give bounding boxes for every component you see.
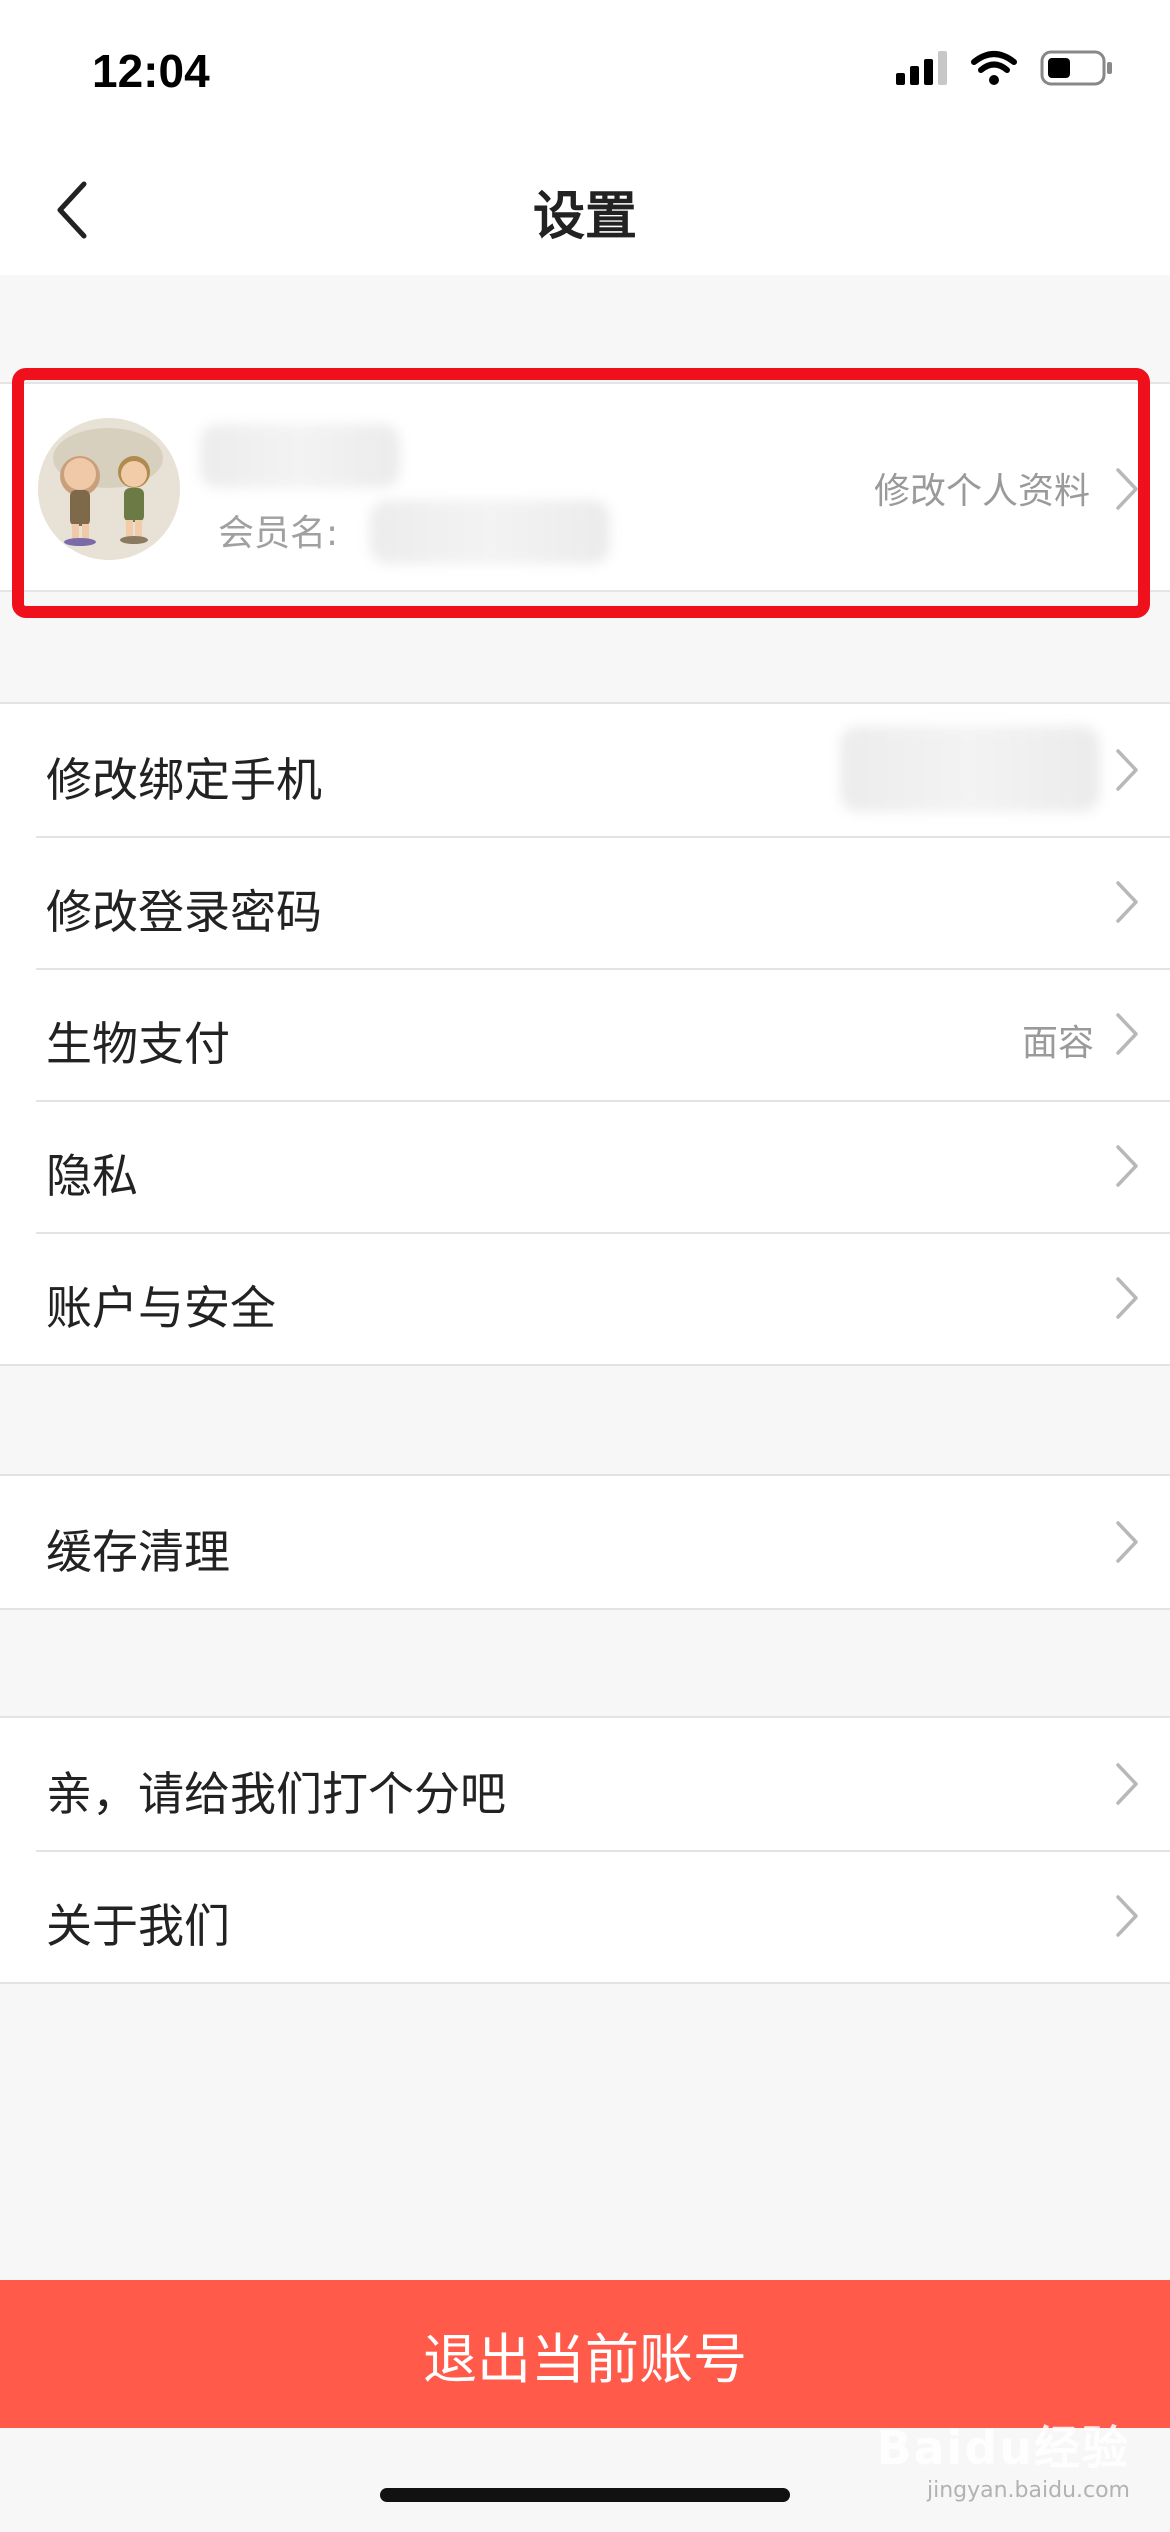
edit-profile-link[interactable]: 修改个人资料 xyxy=(874,462,1090,514)
status-time: 12:04 xyxy=(92,45,210,97)
chevron-right-icon xyxy=(1116,1145,1138,1187)
profile-card[interactable]: 会员名: 修改个人资料 xyxy=(0,382,1170,592)
list-item-rate-us[interactable]: 亲，请给我们打个分吧 xyxy=(0,1718,1170,1850)
username-redacted xyxy=(200,424,400,488)
baidu-watermark: Baidu经验 jingyan.baidu.com xyxy=(876,2412,1130,2503)
chevron-right-icon xyxy=(1116,881,1138,923)
watermark-url: jingyan.baidu.com xyxy=(926,2478,1130,2503)
list-item-label: 账户与安全 xyxy=(46,1281,276,1335)
status-icons xyxy=(896,50,1114,86)
member-name-label: 会员名: xyxy=(218,513,339,554)
list-item-label: 修改登录密码 xyxy=(46,885,322,939)
list-item-label: 隐私 xyxy=(46,1149,138,1203)
list-item-biometric-pay[interactable]: 生物支付 面容 xyxy=(0,968,1170,1100)
list-item-privacy[interactable]: 隐私 xyxy=(0,1100,1170,1232)
list-item-label: 修改绑定手机 xyxy=(46,753,322,807)
list-item-label: 关于我们 xyxy=(46,1899,230,1953)
navigation-bar: 设置 xyxy=(0,140,1170,275)
list-item-label: 亲，请给我们打个分吧 xyxy=(46,1767,506,1821)
settings-group-account: 修改绑定手机 修改登录密码 生物支付 面容 隐私 账户与安全 xyxy=(0,702,1170,1366)
status-bar: 12:04 xyxy=(0,0,1170,140)
list-item-clear-cache[interactable]: 缓存清理 xyxy=(0,1476,1170,1608)
page-title: 设置 xyxy=(532,187,637,247)
list-item-account-security[interactable]: 账户与安全 xyxy=(0,1232,1170,1364)
home-indicator[interactable] xyxy=(380,2488,790,2502)
chevron-right-icon xyxy=(1116,1277,1138,1319)
avatar xyxy=(38,418,180,560)
settings-group-cache: 缓存清理 xyxy=(0,1474,1170,1610)
logout-button[interactable]: 退出当前账号 xyxy=(0,2280,1170,2428)
settings-group-about: 亲，请给我们打个分吧 关于我们 xyxy=(0,1716,1170,1984)
chevron-right-icon xyxy=(1116,468,1138,510)
list-item-value: 面容 xyxy=(1021,1023,1094,1064)
avatar-figurines-image xyxy=(38,418,180,560)
list-item-about-us[interactable]: 关于我们 xyxy=(0,1850,1170,1982)
battery-icon xyxy=(1040,50,1112,86)
list-item-change-password[interactable]: 修改登录密码 xyxy=(0,836,1170,968)
phone-number-redacted xyxy=(840,726,1100,812)
watermark-logo: Baidu经验 xyxy=(876,2421,1130,2475)
list-item-change-phone[interactable]: 修改绑定手机 xyxy=(0,704,1170,836)
chevron-right-icon xyxy=(1116,1763,1138,1805)
cellular-signal-icon xyxy=(896,51,947,85)
chevron-right-icon xyxy=(1116,1521,1138,1563)
list-item-label: 缓存清理 xyxy=(46,1525,230,1579)
chevron-right-icon xyxy=(1116,1895,1138,1937)
list-item-label: 生物支付 xyxy=(46,1017,230,1071)
member-name-redacted xyxy=(370,500,610,564)
wifi-icon xyxy=(971,51,1017,85)
chevron-right-icon xyxy=(1116,749,1138,791)
chevron-right-icon xyxy=(1116,1013,1138,1055)
